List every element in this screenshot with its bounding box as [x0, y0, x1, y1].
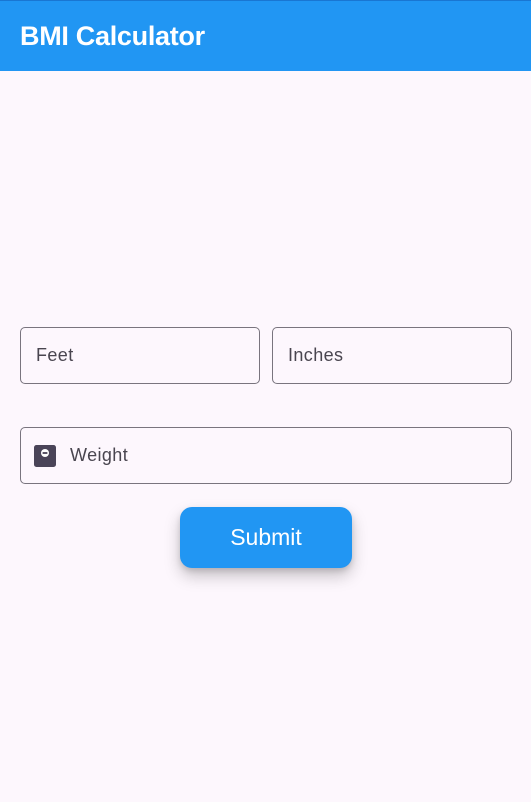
feet-input-label: Feet — [36, 345, 74, 365]
app-bar: BMI Calculator — [0, 0, 531, 71]
inches-input[interactable]: Inches — [272, 327, 512, 384]
submit-button[interactable]: Submit — [180, 507, 352, 568]
weight-input-label: Weight — [70, 445, 129, 465]
inches-input-label: Inches — [288, 345, 344, 365]
app-title: BMI Calculator — [20, 21, 205, 51]
scale-icon — [34, 445, 56, 467]
feet-input[interactable]: Feet — [20, 327, 260, 384]
weight-input[interactable]: Weight — [20, 427, 512, 484]
